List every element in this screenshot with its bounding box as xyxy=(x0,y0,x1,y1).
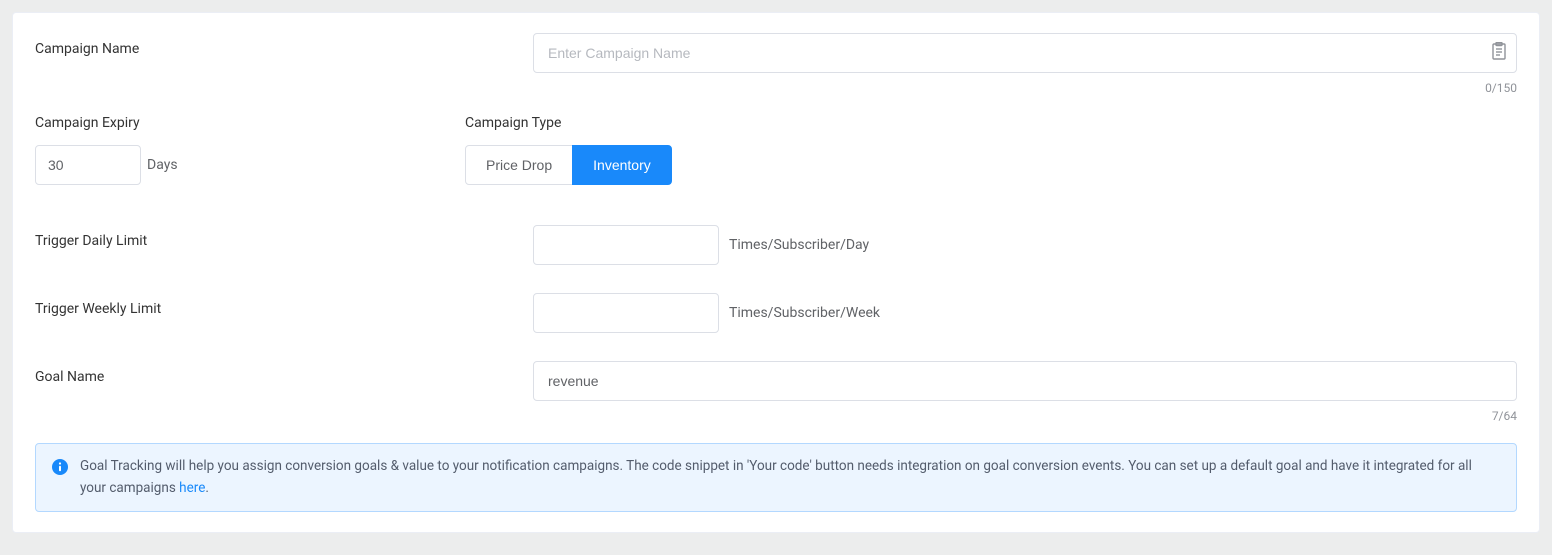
weekly-limit-label: Trigger Weekly Limit xyxy=(35,293,533,317)
campaign-name-counter: 0/150 xyxy=(35,81,1517,95)
alert-text: Goal Tracking will help you assign conve… xyxy=(80,456,1500,499)
goal-name-input[interactable] xyxy=(533,361,1517,401)
campaign-name-input[interactable] xyxy=(533,33,1517,73)
goal-name-row: Goal Name xyxy=(35,361,1517,401)
daily-limit-input[interactable] xyxy=(533,225,719,265)
goal-name-counter: 7/64 xyxy=(35,409,1517,423)
weekly-limit-suffix: Times/Subscriber/Week xyxy=(729,305,880,321)
campaign-type-label: Campaign Type xyxy=(465,115,672,131)
type-option-price-drop[interactable]: Price Drop xyxy=(465,145,573,185)
type-option-inventory[interactable]: Inventory xyxy=(572,145,672,185)
alert-text-before: Goal Tracking will help you assign conve… xyxy=(80,458,1472,496)
daily-limit-row: Trigger Daily Limit Times/Subscriber/Day xyxy=(35,225,1517,265)
weekly-limit-input[interactable] xyxy=(533,293,719,333)
daily-limit-label: Trigger Daily Limit xyxy=(35,225,533,249)
campaign-form-card: Campaign Name 0/150 Campaign Expiry xyxy=(12,12,1540,533)
campaign-name-row: Campaign Name xyxy=(35,33,1517,73)
goal-tracking-info-alert: Goal Tracking will help you assign conve… xyxy=(35,443,1517,512)
alert-text-after: . xyxy=(205,480,209,496)
expiry-type-row: Campaign Expiry Days Campaign Type Price… xyxy=(35,115,1517,185)
campaign-expiry-input[interactable] xyxy=(35,145,141,185)
expiry-unit: Days xyxy=(147,157,178,173)
campaign-expiry-label: Campaign Expiry xyxy=(35,115,405,131)
goal-name-label: Goal Name xyxy=(35,361,533,385)
campaign-name-label: Campaign Name xyxy=(35,33,533,57)
alert-link-here[interactable]: here xyxy=(179,480,205,496)
info-icon xyxy=(52,459,68,475)
weekly-limit-row: Trigger Weekly Limit Times/Subscriber/We… xyxy=(35,293,1517,333)
campaign-type-toggle: Price Drop Inventory xyxy=(465,145,672,185)
daily-limit-suffix: Times/Subscriber/Day xyxy=(729,237,869,253)
